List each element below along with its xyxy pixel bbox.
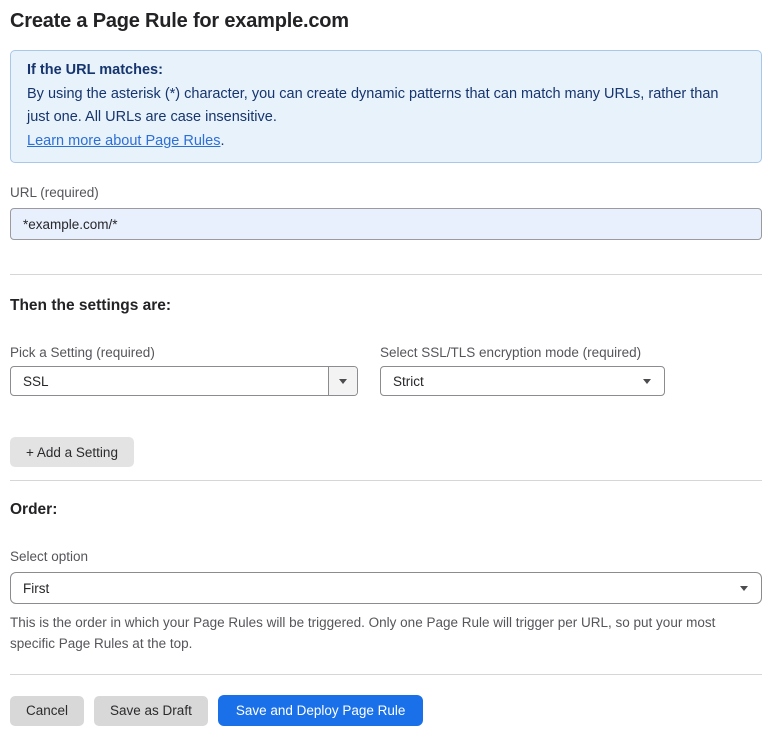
info-box-body: By using the asterisk (*) character, you… [27,85,719,126]
order-select-value: First [23,580,50,596]
learn-more-link[interactable]: Learn more about Page Rules [27,133,220,149]
create-page-rule-form: Create a Page Rule for example.com If th… [0,0,772,740]
order-select[interactable]: First [10,572,762,604]
info-box-link-line: Learn more about Page Rules. [27,130,745,154]
url-match-info-box: If the URL matches: By using the asteris… [10,50,762,163]
setting-select[interactable]: SSL [10,366,358,396]
chevron-down-icon [339,378,347,384]
url-input[interactable] [10,208,762,240]
order-select-label: Select option [10,549,89,564]
setting-select-value: SSL [23,373,49,389]
url-field-label: URL (required) [10,185,99,200]
ssl-mode-select[interactable]: Strict [380,366,665,396]
setting-select-column: Pick a Setting (required) SSL [10,345,358,396]
divider-actions [10,674,762,675]
setting-select-label: Pick a Setting (required) [10,345,155,360]
order-help-text: This is the order in which your Page Rul… [10,615,716,651]
order-section-heading: Order: [10,501,58,518]
settings-section-heading: Then the settings are: [10,297,172,314]
info-box-heading: If the URL matches: [27,62,163,78]
page-title: Create a Page Rule for example.com [10,10,349,32]
divider-settings [10,274,762,275]
chevron-down-icon [740,585,748,591]
setting-select-arrow-segment [328,367,357,395]
link-period-text: . [220,132,225,149]
settings-select-row: Pick a Setting (required) SSL Select SSL… [10,345,762,396]
chevron-down-icon [643,378,651,384]
add-setting-button[interactable]: + Add a Setting [10,437,134,467]
divider-order [10,480,762,481]
ssl-mode-select-value: Strict [393,373,424,389]
ssl-mode-select-column: Select SSL/TLS encryption mode (required… [380,345,665,396]
ssl-mode-select-label: Select SSL/TLS encryption mode (required… [380,345,642,360]
